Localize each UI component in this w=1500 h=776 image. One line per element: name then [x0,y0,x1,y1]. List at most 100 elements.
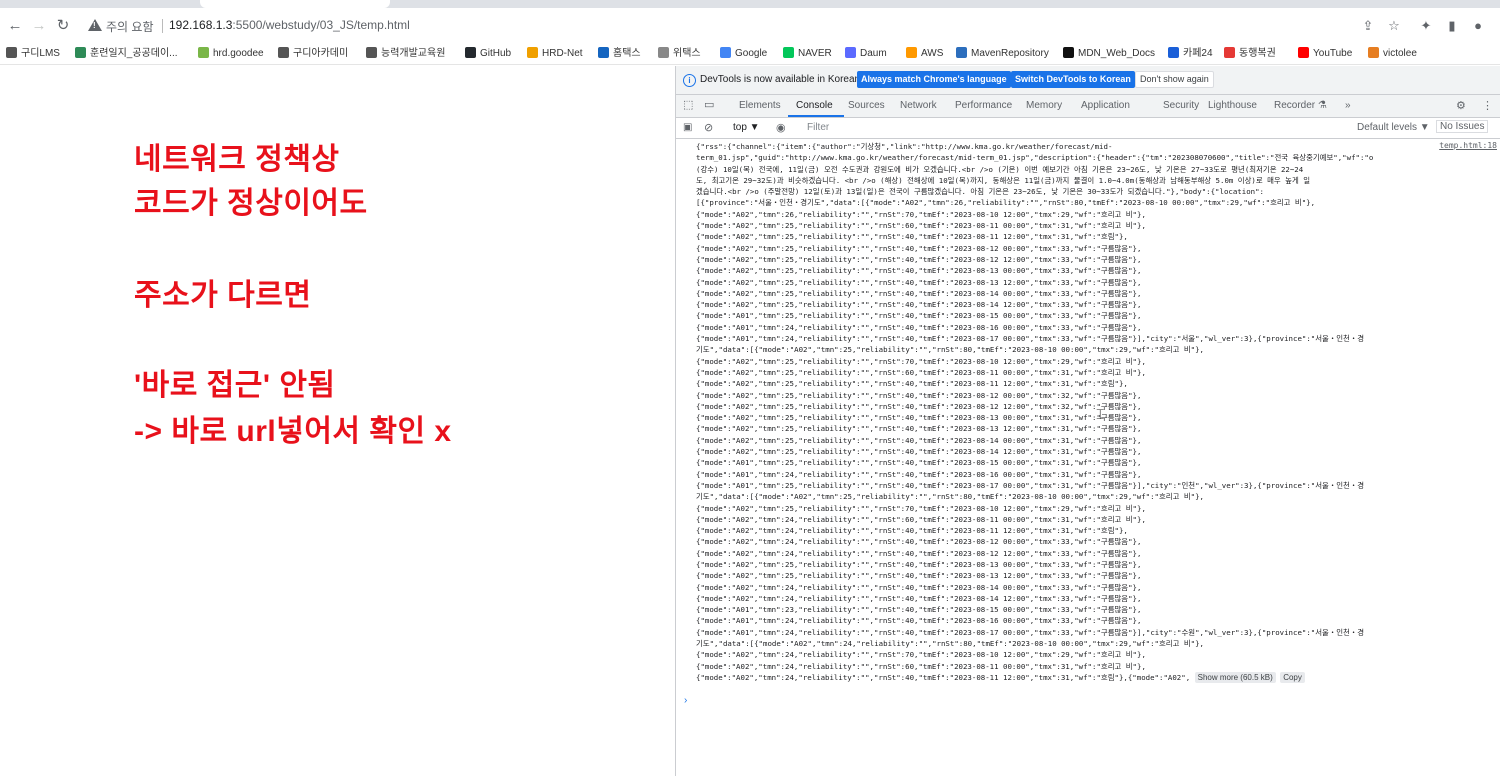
switch-korean-button[interactable]: Switch DevTools to Korean [1011,71,1135,88]
clear-console-icon[interactable]: ⊘ [704,121,713,134]
default-levels-dropdown[interactable]: Default levels ▼ [1357,122,1430,133]
page-viewport: 네트워크 정책상 코드가 정상이어도 주소가 다르면 '바로 접근' 안됨 ->… [0,66,675,776]
info-icon: i [683,74,696,87]
bookmark-item[interactable]: 구디LMS [6,46,60,62]
share-icon[interactable]: ⇪ [1360,18,1376,34]
bookmarks-bar: 구디LMS 훈련일지_공공데이... hrd.goodee 구디아카데미 능력개발교육원… [0,44,1500,65]
console-log-line: {"mode":"A01","tmn":25,"reliability":"",… [696,480,1365,490]
kebab-menu-icon[interactable]: ⋮ [1482,99,1493,112]
console-log-line: {"mode":"A02","tmn":25,"reliability":"",… [696,424,1142,434]
bookmark-item[interactable]: Google [720,46,767,62]
security-label[interactable]: 주의 요함 [106,18,154,35]
context-selector[interactable]: top ▼ [733,122,760,133]
console-log-line: 도, 최고기온 29~32도)과 비슷하겠습니다. <br />o (해상) 전… [696,175,1310,185]
bookmark-item[interactable]: YouTube [1298,46,1352,62]
omnibox[interactable]: ! 주의 요함 192.168.1.3:5500/webstudy/03_JS/… [80,13,1410,39]
bookmark-favicon-icon [366,47,377,58]
bookmark-label: YouTube [1313,48,1353,59]
bookmark-label: Daum [860,48,887,59]
console-log-line: {"mode":"A02","tmn":24,"reliability":"",… [696,537,1142,547]
bookmark-star-icon[interactable]: ☆ [1386,18,1402,34]
bookmark-item[interactable]: 동행복권 [1224,46,1276,62]
tab-memory[interactable]: Memory [1026,100,1062,111]
bookmark-item[interactable]: HRD-Net [527,46,583,62]
console-log-line: {"mode":"A02","tmn":25,"reliability":"",… [696,390,1142,400]
device-toolbar-icon[interactable]: ▭ [704,98,714,111]
issues-button[interactable]: No Issues [1436,120,1489,133]
infobar-message: DevTools is now available in Korean! [700,74,863,85]
copy-button[interactable]: Copy [1280,671,1305,684]
console-filter-input[interactable]: Filter [807,122,829,133]
bookmark-item[interactable]: 훈련일지_공공데이... [75,46,178,62]
bookmark-label: 능력개발교육원 [381,48,446,59]
tab-elements[interactable]: Elements [739,100,781,111]
bookmark-item[interactable]: GitHub [465,46,511,62]
bookmark-favicon-icon [278,47,289,58]
side-panel-icon[interactable]: ▮ [1444,18,1460,34]
console-prompt[interactable]: › [684,695,687,706]
console-log-line: 기도","data":[{"mode":"A02","tmn":25,"reli… [696,492,1204,502]
url-path: :5500/webstudy/03_JS/temp.html [232,18,410,32]
bookmark-item[interactable]: 카페24 [1168,46,1213,62]
profile-icon[interactable]: ● [1470,18,1486,34]
tab-performance[interactable]: Performance [955,100,1012,111]
console-log-line: {"mode":"A02","tmn":25,"reliability":"",… [696,503,1146,513]
forward-icon[interactable]: → [30,17,48,35]
console-log-line: {"mode":"A02","tmn":25,"reliability":"",… [696,379,1128,389]
console-log-line: {"mode":"A02","tmn":25,"reliability":"",… [696,221,1146,231]
sidebar-toggle-icon[interactable]: ▣ [683,122,692,133]
console-log-line: {"mode":"A01","tmn":23,"reliability":"",… [696,605,1142,615]
bookmark-item[interactable]: NAVER [783,46,832,62]
console-log-line: {"mode":"A02","tmn":24,"reliability":"",… [696,514,1146,524]
live-expression-eye-icon[interactable]: ◉ [776,121,786,134]
bookmark-item[interactable]: hrd.goodee [198,46,264,62]
bookmark-label: 구디아카데미 [293,48,349,59]
inspect-element-icon[interactable]: ⬚ [683,98,693,111]
tab-sources[interactable]: Sources [848,100,885,111]
bookmark-item[interactable]: MDN_Web_Docs [1063,46,1155,62]
tab-security[interactable]: Security [1163,100,1199,111]
bookmark-label: MavenRepository [971,48,1049,59]
bookmark-label: MDN_Web_Docs [1078,48,1156,59]
bookmark-label: 훈련일지_공공데이... [90,48,178,59]
bookmark-label: 홈택스 [613,48,641,59]
extensions-icon[interactable]: ✦ [1418,18,1434,34]
console-log-line: {"mode":"A02","tmn":25,"reliability":"",… [696,367,1146,377]
match-language-button[interactable]: Always match Chrome's language [857,71,1011,88]
back-icon[interactable]: ← [6,17,24,35]
bookmark-favicon-icon [956,47,967,58]
bookmark-item[interactable]: 구디아카데미 [278,46,348,62]
bookmark-label: GitHub [480,48,512,59]
show-more-button[interactable]: Show more (60.5 kB) [1194,671,1276,684]
console-log-line: {"mode":"A01","tmn":25,"reliability":"",… [696,311,1142,321]
bookmark-item[interactable]: MavenRepository [956,46,1049,62]
bookmark-item[interactable]: victolee [1368,46,1417,62]
bookmark-item[interactable]: Daum [845,46,887,62]
url-text[interactable]: 192.168.1.3:5500/webstudy/03_JS/temp.htm… [169,18,410,32]
omnibox-divider [162,19,163,33]
note-line-2: 코드가 정상이어도 [134,187,368,220]
reload-icon[interactable]: ↻ [54,17,72,35]
more-tabs-icon[interactable]: » [1345,100,1351,111]
tab-console[interactable]: Console [796,100,833,111]
bookmark-item[interactable]: 능력개발교육원 [366,46,445,62]
bookmark-item[interactable]: 홈택스 [598,46,641,62]
console-log-line: {"mode":"A02","tmn":24,"reliability":"",… [696,548,1142,558]
bookmark-favicon-icon [658,47,669,58]
dont-show-again-button[interactable]: Don't show again [1135,71,1214,88]
bookmark-label: AWS [921,48,944,59]
bookmark-item[interactable]: AWS [906,46,943,62]
console-log-line: {"mode":"A02","tmn":24,"reliability":"",… [696,671,1500,684]
tab-network[interactable]: Network [900,100,937,111]
tab-lighthouse[interactable]: Lighthouse [1208,100,1257,111]
console-log-line: {"mode":"A01","tmn":24,"reliability":"",… [696,334,1365,344]
tab-application[interactable]: Application [1081,100,1130,111]
settings-gear-icon[interactable]: ⚙ [1456,99,1466,112]
url-host: 192.168.1.3 [169,18,233,32]
active-tab-fragment[interactable] [200,0,390,8]
console-output: temp.html:18 {"rss":{"channel":{"item":{… [676,139,1500,776]
console-log-line: {"mode":"A02","tmn":25,"reliability":"",… [696,266,1142,276]
note-line-5: -> 바로 url넣어서 확인 x [134,415,452,448]
bookmark-item[interactable]: 위택스 [658,46,701,62]
tab-recorder[interactable]: Recorder ⚗ [1274,100,1327,111]
